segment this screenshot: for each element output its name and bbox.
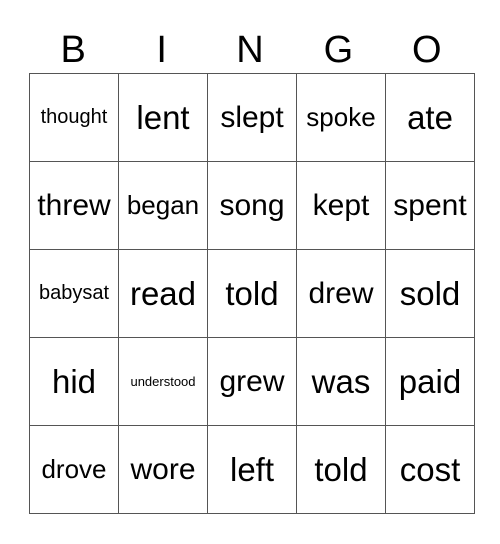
bingo-row: babysat read told drew sold bbox=[29, 249, 475, 338]
header-letter-b: B bbox=[60, 29, 86, 71]
header-letter-n: N bbox=[236, 29, 264, 71]
bingo-cell[interactable]: cost bbox=[385, 425, 475, 514]
bingo-cell[interactable]: drove bbox=[29, 425, 119, 514]
bingo-cell[interactable]: grew bbox=[207, 337, 297, 426]
bingo-row: drove wore left told cost bbox=[29, 425, 475, 514]
bingo-cell[interactable]: kept bbox=[296, 161, 386, 250]
bingo-cell[interactable]: left bbox=[207, 425, 297, 514]
bingo-cell[interactable]: drew bbox=[296, 249, 386, 338]
bingo-cell[interactable]: slept bbox=[207, 73, 297, 162]
bingo-cell[interactable]: song bbox=[207, 161, 297, 250]
bingo-row: hid understood grew was paid bbox=[29, 337, 475, 426]
header-letter-g: G bbox=[323, 29, 354, 71]
bingo-cell[interactable]: was bbox=[296, 337, 386, 426]
bingo-cell[interactable]: sold bbox=[385, 249, 475, 338]
bingo-card: thought lent slept spoke ate threw began… bbox=[29, 73, 475, 514]
bingo-cell[interactable]: told bbox=[296, 425, 386, 514]
bingo-cell[interactable]: lent bbox=[118, 73, 208, 162]
bingo-cell[interactable]: hid bbox=[29, 337, 119, 426]
bingo-cell[interactable]: read bbox=[118, 249, 208, 338]
bingo-cell[interactable]: paid bbox=[385, 337, 475, 426]
bingo-cell[interactable]: understood bbox=[118, 337, 208, 426]
bingo-cell[interactable]: spent bbox=[385, 161, 475, 250]
bingo-cell[interactable]: thought bbox=[29, 73, 119, 162]
bingo-cell[interactable]: began bbox=[118, 161, 208, 250]
bingo-cell[interactable]: ate bbox=[385, 73, 475, 162]
bingo-cell[interactable]: told bbox=[207, 249, 297, 338]
bingo-row: threw began song kept spent bbox=[29, 161, 475, 250]
header-letter-i: I bbox=[156, 29, 167, 71]
bingo-cell[interactable]: wore bbox=[118, 425, 208, 514]
bingo-cell[interactable]: spoke bbox=[296, 73, 386, 162]
bingo-cell[interactable]: threw bbox=[29, 161, 119, 250]
bingo-row: thought lent slept spoke ate bbox=[29, 73, 475, 162]
bingo-cell[interactable]: babysat bbox=[29, 249, 119, 338]
header-letter-o: O bbox=[412, 29, 442, 71]
bingo-header: B I N G O bbox=[29, 28, 471, 72]
